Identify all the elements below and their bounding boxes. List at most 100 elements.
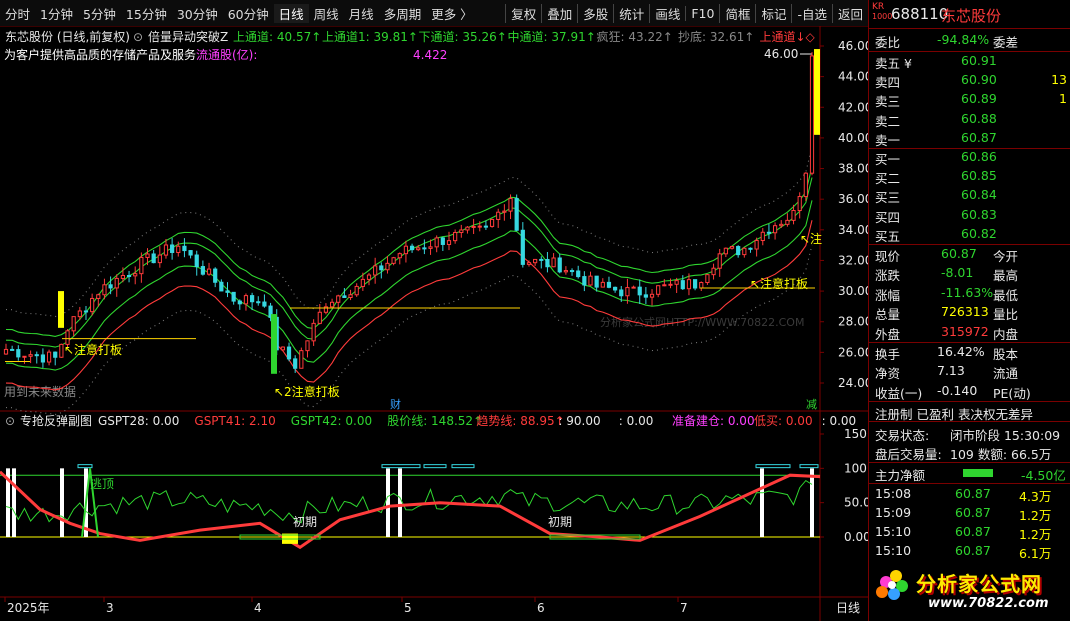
indicator-settings-icon: ⊙ bbox=[133, 30, 143, 44]
price-tick-label: 44.00 bbox=[838, 70, 868, 84]
tool-button-0[interactable]: 复权 bbox=[505, 3, 541, 23]
candle-body bbox=[766, 231, 772, 234]
candle-body bbox=[83, 310, 89, 313]
candle-body bbox=[163, 244, 169, 256]
candle-body bbox=[453, 232, 458, 242]
channel-bottom-line bbox=[5, 244, 813, 416]
escape-marker bbox=[77, 464, 93, 469]
flower-logo-icon bbox=[876, 570, 908, 600]
period-tab-9[interactable]: 多周期 bbox=[379, 4, 427, 23]
candle-body bbox=[170, 244, 175, 253]
tool-button-5[interactable]: F10 bbox=[685, 5, 719, 21]
candle-body bbox=[317, 311, 322, 324]
candle-body bbox=[471, 225, 476, 228]
subchart-value-2: GSPT42: 0.00 bbox=[291, 414, 372, 428]
candle-body bbox=[194, 254, 199, 268]
candle-body bbox=[329, 301, 335, 308]
period-tab-6[interactable]: 日线 bbox=[273, 3, 309, 23]
period-tab-4[interactable]: 30分钟 bbox=[172, 4, 223, 23]
escape-marker bbox=[381, 464, 421, 469]
stat-label: 涨跌 bbox=[875, 268, 901, 284]
candle-body bbox=[483, 225, 489, 228]
candle-body bbox=[286, 346, 292, 360]
period-tab-5[interactable]: 60分钟 bbox=[223, 4, 274, 23]
candle-body bbox=[34, 354, 39, 357]
kr-badge-sub: 1000 bbox=[872, 12, 893, 21]
date-label: 7 bbox=[680, 601, 688, 615]
tool-button-1[interactable]: 叠加 bbox=[541, 3, 577, 23]
candle-body bbox=[569, 270, 575, 273]
tick-price: 60.87 bbox=[955, 543, 991, 558]
candle-body bbox=[533, 258, 538, 264]
price-tick-label: 46.00 bbox=[838, 39, 868, 53]
stock-name[interactable]: 东芯股份 bbox=[941, 5, 1001, 26]
candle-body bbox=[809, 55, 815, 174]
period-tab-0[interactable]: 分时 bbox=[0, 4, 35, 23]
candle-body bbox=[231, 291, 236, 302]
channel-red-line bbox=[5, 220, 813, 391]
period-tab-1[interactable]: 1分钟 bbox=[35, 4, 78, 23]
period-tab-3[interactable]: 15分钟 bbox=[121, 4, 172, 23]
candle-body bbox=[3, 348, 9, 355]
tool-button-3[interactable]: 统计 bbox=[613, 3, 649, 23]
period-label: 日线 bbox=[836, 601, 860, 615]
candle-body bbox=[336, 295, 341, 303]
candle-body bbox=[588, 275, 593, 286]
tool-button-2[interactable]: 多股 bbox=[577, 3, 613, 23]
period-tab-7[interactable]: 周线 bbox=[309, 4, 344, 23]
candle-body bbox=[779, 223, 784, 227]
escape-marker bbox=[423, 464, 447, 469]
breakout-bar bbox=[814, 49, 820, 135]
site-logo: 分析家公式网 www.70822.com bbox=[868, 560, 1068, 620]
stat2-label2: PE(动) bbox=[993, 385, 1031, 401]
ask-volume: 1 bbox=[1059, 91, 1067, 107]
subchart-value-5: : 90.00 bbox=[558, 414, 600, 428]
float-shares-label: 流通股(亿): bbox=[196, 47, 257, 62]
candle-body bbox=[262, 301, 267, 307]
candle-body bbox=[145, 253, 150, 258]
ask-label: 卖三 bbox=[875, 94, 901, 110]
bid-label: 买五 bbox=[875, 228, 901, 244]
candle-body bbox=[428, 246, 433, 249]
after-hours-label: 盘后交易量: bbox=[875, 447, 942, 462]
kline-chart-area[interactable]: 46.0044.0042.0040.0038.0036.0034.0032.00… bbox=[0, 26, 868, 621]
candle-body bbox=[748, 247, 753, 250]
candle-body bbox=[108, 284, 113, 289]
tool-button-8[interactable]: -自选 bbox=[791, 3, 832, 23]
channel-lower-line bbox=[5, 200, 813, 371]
candle-body bbox=[219, 281, 224, 292]
candle-body bbox=[348, 294, 353, 299]
candle-body bbox=[514, 198, 519, 231]
candle-body bbox=[200, 266, 205, 275]
early-label: 初期 bbox=[548, 515, 572, 529]
candle-body bbox=[342, 295, 347, 299]
sub-tick-label: 50.00 bbox=[844, 496, 868, 510]
tick-time: 15:10 bbox=[875, 524, 912, 539]
stat-label: 外盘 bbox=[875, 326, 901, 342]
date-label: 6 bbox=[537, 601, 545, 615]
candle-body bbox=[243, 295, 249, 305]
candle-body bbox=[502, 210, 507, 213]
candle-body bbox=[717, 253, 722, 269]
period-tab-10[interactable]: 更多 〉 bbox=[426, 4, 477, 23]
indicator-name: 倍量异动突破Z bbox=[148, 29, 228, 44]
period-tab-2[interactable]: 5分钟 bbox=[78, 4, 121, 23]
candle-body bbox=[674, 280, 679, 285]
candle-body bbox=[102, 284, 107, 296]
bid-label: 买一 bbox=[875, 152, 901, 167]
tool-button-9[interactable]: 返回 bbox=[831, 3, 868, 23]
tool-button-4[interactable]: 画线 bbox=[649, 3, 685, 23]
ask-price: 60.88 bbox=[961, 110, 997, 126]
candle-body bbox=[182, 245, 187, 252]
tool-button-7[interactable]: 标记 bbox=[755, 3, 791, 23]
period-tab-8[interactable]: 月线 bbox=[344, 4, 379, 23]
candle-body bbox=[446, 240, 452, 245]
candle-body bbox=[46, 351, 52, 363]
candle-body bbox=[385, 262, 390, 271]
main-flow-label[interactable]: 主力净额 bbox=[875, 465, 925, 484]
candle-body bbox=[742, 247, 747, 256]
indicator-value-5: 抄底: 32.61↑ bbox=[678, 29, 754, 44]
tool-button-6[interactable]: 简框 bbox=[719, 3, 755, 23]
bid-price: 60.85 bbox=[961, 168, 997, 184]
candle-body bbox=[711, 267, 716, 276]
